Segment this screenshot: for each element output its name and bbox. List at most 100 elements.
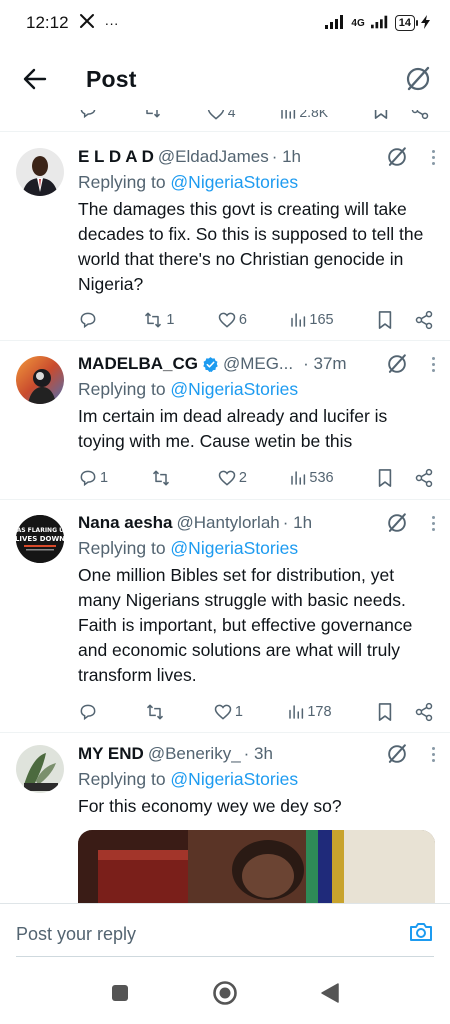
reply-button[interactable]: 1 (78, 468, 108, 488)
reply-divider (16, 956, 434, 957)
author-name[interactable]: Nana aesha (78, 513, 173, 533)
author-handle[interactable]: @EldadJames (158, 147, 269, 167)
retweet-button[interactable]: 1 (142, 310, 174, 330)
recents-button[interactable] (110, 983, 130, 1008)
bookmark-icon[interactable] (376, 310, 394, 330)
reply-icon[interactable] (78, 110, 98, 123)
header: Post (0, 48, 450, 110)
status-time: 12:12 (26, 13, 69, 32)
share-icon[interactable] (414, 702, 434, 722)
tweet-text: For this economy wey we dey so? (78, 796, 342, 816)
camera-button[interactable] (408, 920, 434, 949)
heart-icon (207, 110, 224, 120)
views-icon (291, 471, 306, 485)
more-options-icon[interactable] (430, 515, 436, 531)
replying-to: Replying to @NigeriaStories (78, 538, 436, 561)
tweet-image[interactable] (78, 830, 435, 910)
views-button[interactable]: 2.8K (279, 110, 328, 123)
views-button[interactable]: 165 (289, 311, 334, 329)
replying-to-label: Replying to (78, 538, 171, 558)
previous-tweet-actions: 4 2.8K (0, 110, 450, 132)
back-button[interactable] (20, 64, 50, 94)
views-icon (291, 313, 306, 327)
views-icon (289, 705, 304, 719)
retweet-icon[interactable] (142, 110, 162, 123)
verified-badge-icon (203, 356, 218, 372)
tweet-madelba[interactable]: MADELBA_CG @MEG... · 37m Replying to @Ni… (0, 341, 450, 500)
author-handle[interactable]: @MEG... (223, 354, 293, 374)
avatar[interactable] (16, 745, 64, 793)
reply-button[interactable] (78, 310, 100, 330)
like-button[interactable]: 2 (217, 468, 247, 488)
avatar-text: GAS FLARING UP (16, 527, 64, 534)
like-button[interactable]: 4 (206, 110, 236, 123)
post-time: · 37m (303, 354, 347, 373)
more-options-icon[interactable] (430, 746, 436, 762)
mention-link[interactable]: @NigeriaStories (170, 769, 298, 789)
grok-icon[interactable] (386, 146, 408, 168)
square-icon (112, 984, 128, 1001)
author-handle[interactable]: @Hantylorlah (177, 513, 280, 533)
page-title: Post (86, 65, 137, 92)
grok-icon[interactable] (386, 743, 408, 765)
charging-icon (421, 14, 430, 32)
battery-icon: 14 (394, 15, 419, 31)
author-name[interactable]: MADELBA_CG (78, 354, 198, 374)
grok-icon[interactable] (386, 353, 408, 375)
grok-icon[interactable] (386, 512, 408, 534)
reply-input[interactable]: Post your reply (16, 924, 136, 945)
reply-count: 1 (100, 470, 109, 486)
retweet-button[interactable] (144, 702, 168, 722)
views-button[interactable]: 178 (287, 703, 332, 721)
avatar[interactable]: GAS FLARING UP LIVES DOWN (16, 515, 64, 563)
arrow-left-icon (23, 68, 47, 90)
back-nav-button[interactable] (320, 982, 340, 1009)
status-bar: 12:12 ··· 4G 14 (0, 0, 450, 46)
home-button[interactable] (212, 980, 238, 1011)
mention-link[interactable]: @NigeriaStories (170, 538, 298, 558)
author-name[interactable]: E L D A D (78, 147, 154, 167)
more-options-icon[interactable] (430, 356, 436, 372)
share-icon[interactable] (414, 468, 434, 488)
like-count: 1 (234, 704, 243, 720)
like-button[interactable]: 6 (217, 310, 247, 330)
view-count: 2.8K (299, 110, 329, 120)
mention-link[interactable]: @NigeriaStories (170, 379, 298, 399)
like-button[interactable]: 1 (213, 702, 243, 722)
share-icon[interactable] (410, 110, 430, 123)
bookmark-icon[interactable] (376, 468, 394, 488)
views-button[interactable]: 536 (289, 469, 334, 487)
reply-button[interactable] (78, 702, 100, 722)
mention-link[interactable]: @NigeriaStories (170, 172, 298, 192)
replying-to: Replying to @NigeriaStories (78, 379, 436, 402)
tweet-nana-aesha[interactable]: GAS FLARING UP LIVES DOWN Nana aesha @Ha… (0, 500, 450, 733)
svg-text:LIVES DOWN: LIVES DOWN (16, 535, 64, 543)
grok-button[interactable] (402, 63, 434, 95)
author-handle[interactable]: @Beneriky_ (148, 744, 241, 764)
reply-composer[interactable]: Post your reply (0, 903, 450, 965)
retweet-count: 1 (166, 312, 175, 328)
bookmark-icon[interactable] (376, 702, 394, 722)
network-label: 4G (351, 17, 365, 29)
post-time: · 3h (243, 744, 273, 763)
like-count: 6 (238, 312, 247, 328)
notification-dots: ··· (104, 15, 119, 31)
author-name[interactable]: MY END (78, 744, 144, 764)
retweet-button[interactable] (150, 468, 174, 488)
reply-icon (80, 312, 96, 329)
like-count: 4 (227, 110, 236, 120)
tweet-eldad[interactable]: E L D A D @EldadJames · 1h Replying to @… (0, 133, 450, 341)
avatar[interactable] (16, 148, 64, 196)
retweet-icon (145, 312, 162, 328)
retweet-icon (153, 470, 170, 486)
bookmark-icon[interactable] (372, 110, 390, 123)
signal-icon (325, 14, 345, 32)
tweet-text: One million Bibles set for distribution,… (78, 565, 413, 685)
avatar[interactable] (16, 356, 64, 404)
tweet-my-end[interactable]: MY END @Beneriky_ · 3h Replying to @Nige… (0, 733, 450, 910)
view-count: 165 (309, 312, 334, 328)
more-options-icon[interactable] (430, 149, 436, 165)
grok-icon (406, 66, 430, 91)
share-icon[interactable] (414, 310, 434, 330)
heart-icon (218, 470, 236, 486)
